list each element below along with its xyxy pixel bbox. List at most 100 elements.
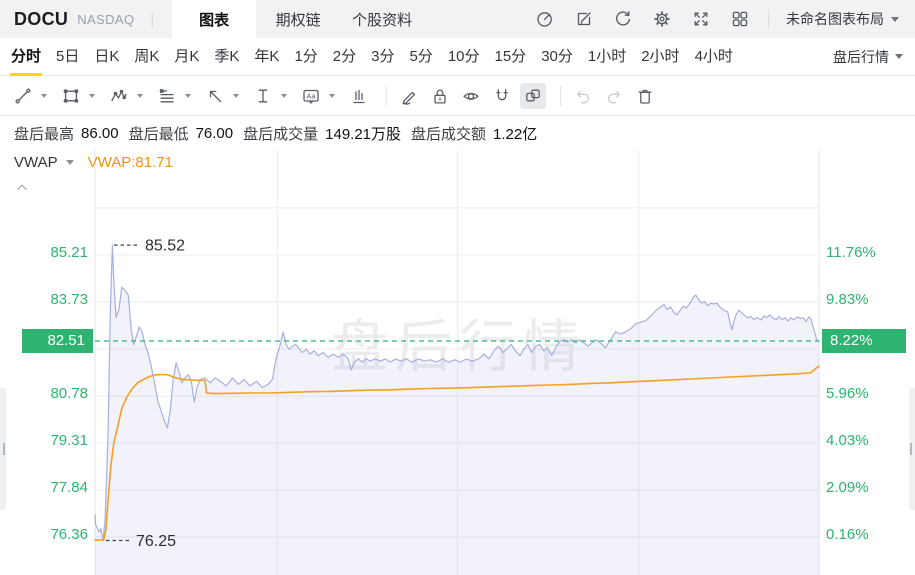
fullscreen-icon[interactable] bbox=[690, 8, 712, 30]
pattern-marker-tool[interactable] bbox=[346, 83, 372, 109]
timeframe-1d[interactable]: 日K bbox=[93, 38, 120, 76]
trendline-tool[interactable] bbox=[10, 83, 36, 109]
wave-pattern-tool[interactable] bbox=[106, 83, 132, 109]
price-axis-label: 77.84 bbox=[50, 479, 88, 496]
price-axis-label: 76.36 bbox=[50, 526, 88, 543]
chevron-down-icon bbox=[891, 17, 899, 22]
stat-turnover-label: 盘后成交额 bbox=[411, 123, 486, 144]
percent-axis-label: 5.96% bbox=[826, 385, 869, 402]
chevron-down-icon[interactable] bbox=[185, 94, 191, 98]
stat-volume-value: 149.21万股 bbox=[325, 123, 401, 144]
layout-grid-icon[interactable] bbox=[729, 8, 751, 30]
chevron-down-icon[interactable] bbox=[41, 94, 47, 98]
sync-drawings-icon[interactable] bbox=[520, 83, 546, 109]
settings-gear-icon[interactable] bbox=[651, 8, 673, 30]
tab-option-chain[interactable]: 期权链 bbox=[256, 0, 340, 38]
symbol-ticker: DOCU bbox=[14, 9, 68, 30]
stat-volume-label: 盘后成交量 bbox=[243, 123, 318, 144]
stat-high-value: 86.00 bbox=[81, 125, 119, 142]
chart-canvas[interactable]: 85.52 76.25 bbox=[0, 150, 915, 575]
percent-axis-label: 4.03% bbox=[826, 432, 869, 449]
redo-icon[interactable] bbox=[601, 83, 627, 109]
undo-icon[interactable] bbox=[570, 83, 596, 109]
timeframe-2h[interactable]: 2小时 bbox=[640, 38, 680, 76]
chevron-down-icon[interactable] bbox=[137, 94, 143, 98]
chart-layout-selector[interactable]: 未命名图表布局 bbox=[786, 9, 903, 29]
timeframe-2min[interactable]: 2分 bbox=[332, 38, 357, 76]
lock-icon[interactable] bbox=[427, 83, 453, 109]
price-axis-label: 85.21 bbox=[50, 244, 88, 261]
chart-layout-name: 未命名图表布局 bbox=[786, 9, 884, 29]
exchange-label: NASDAQ bbox=[77, 12, 134, 27]
chevron-down-icon[interactable] bbox=[281, 94, 287, 98]
title-bar: DOCU NASDAQ | 图表 期权链 个股资料 未命名图表布局 bbox=[0, 0, 915, 38]
price-axis-label: 80.78 bbox=[50, 385, 88, 402]
symbol-group: DOCU NASDAQ | bbox=[0, 0, 168, 38]
delete-trash-icon[interactable] bbox=[632, 83, 658, 109]
main-tabs: 图表 期权链 个股资料 bbox=[172, 0, 424, 38]
timeframe-1mo[interactable]: 月K bbox=[173, 38, 200, 76]
tab-chart[interactable]: 图表 bbox=[172, 0, 256, 38]
indicator-row[interactable]: VWAP VWAP:81.71 bbox=[14, 154, 173, 171]
timeframe-1h[interactable]: 1小时 bbox=[587, 38, 627, 76]
divider bbox=[768, 10, 769, 28]
divider bbox=[560, 86, 561, 106]
chevron-down-icon[interactable] bbox=[329, 94, 335, 98]
collapse-chevron-icon[interactable] bbox=[15, 180, 29, 198]
shape-tool[interactable] bbox=[58, 83, 84, 109]
price-axis-label: 79.31 bbox=[50, 432, 88, 449]
session-selector[interactable]: 盘后行情 bbox=[833, 47, 903, 67]
visibility-eye-icon[interactable] bbox=[458, 83, 484, 109]
price-range-tool[interactable] bbox=[250, 83, 276, 109]
arrow-tool[interactable] bbox=[202, 83, 228, 109]
chevron-down-icon[interactable] bbox=[89, 94, 95, 98]
current-percent-badge: 8.22% bbox=[822, 329, 906, 353]
timeframe-1w[interactable]: 周K bbox=[133, 38, 160, 76]
chevron-down-icon bbox=[66, 160, 74, 165]
session-stats-bar: 盘后最高86.00 盘后最低76.00 盘后成交量149.21万股 盘后成交额1… bbox=[0, 116, 915, 150]
titlebar-icons: 未命名图表布局 bbox=[534, 0, 915, 38]
stat-turnover-value: 1.22亿 bbox=[493, 123, 537, 144]
svg-text:Aa: Aa bbox=[306, 91, 316, 100]
stat-low-value: 76.00 bbox=[196, 125, 234, 142]
timeframe-fenshi[interactable]: 分时 bbox=[10, 38, 42, 76]
session-selector-label: 盘后行情 bbox=[833, 47, 889, 67]
right-panel-handle[interactable] bbox=[909, 388, 915, 510]
timeframe-1y[interactable]: 年K bbox=[253, 38, 280, 76]
timeframe-15min[interactable]: 15分 bbox=[494, 38, 528, 76]
divider: | bbox=[151, 11, 155, 27]
indicator-readout: VWAP:81.71 bbox=[88, 154, 173, 171]
refresh-icon[interactable] bbox=[612, 8, 634, 30]
edit-icon[interactable] bbox=[573, 8, 595, 30]
timeframe-10min[interactable]: 10分 bbox=[447, 38, 481, 76]
percent-axis-label: 0.16% bbox=[826, 526, 869, 543]
magnet-icon[interactable] bbox=[489, 83, 515, 109]
tab-stock-info[interactable]: 个股资料 bbox=[340, 0, 424, 38]
percent-axis-label: 11.76% bbox=[826, 244, 876, 261]
timeframe-5min[interactable]: 5分 bbox=[408, 38, 433, 76]
chevron-down-icon bbox=[895, 54, 903, 59]
divider bbox=[386, 86, 387, 106]
current-price-badge: 82.51 bbox=[22, 329, 93, 353]
price-axis-label: 83.73 bbox=[50, 291, 88, 308]
timeframe-bar: 分时 5日 日K 周K 月K 季K 年K 1分 2分 3分 5分 10分 15分… bbox=[0, 38, 915, 76]
chart-area: 盘后行情 85.5276.25 VWAP VWAP:81.71 85.2183.… bbox=[0, 150, 915, 575]
annotation-label: 76.25 bbox=[136, 533, 176, 550]
left-panel-handle[interactable] bbox=[0, 388, 6, 510]
timeframe-3min[interactable]: 3分 bbox=[370, 38, 395, 76]
timeframe-1q[interactable]: 季K bbox=[213, 38, 240, 76]
timeframe-30min[interactable]: 30分 bbox=[540, 38, 574, 76]
free-draw-pencil-icon[interactable] bbox=[396, 83, 422, 109]
drawing-toolbar: Aa bbox=[0, 76, 915, 116]
stat-low-label: 盘后最低 bbox=[129, 123, 189, 144]
indicator-name: VWAP bbox=[14, 154, 58, 171]
percent-axis-label: 2.09% bbox=[826, 479, 869, 496]
timeframe-4h[interactable]: 4小时 bbox=[694, 38, 734, 76]
annotation-label: 85.52 bbox=[145, 238, 185, 255]
chevron-down-icon[interactable] bbox=[233, 94, 239, 98]
text-annotation-tool[interactable]: Aa bbox=[298, 83, 324, 109]
performance-gauge-icon[interactable] bbox=[534, 8, 556, 30]
timeframe-1min[interactable]: 1分 bbox=[293, 38, 318, 76]
timeframe-5d[interactable]: 5日 bbox=[55, 38, 80, 76]
fibonacci-lines-tool[interactable] bbox=[154, 83, 180, 109]
